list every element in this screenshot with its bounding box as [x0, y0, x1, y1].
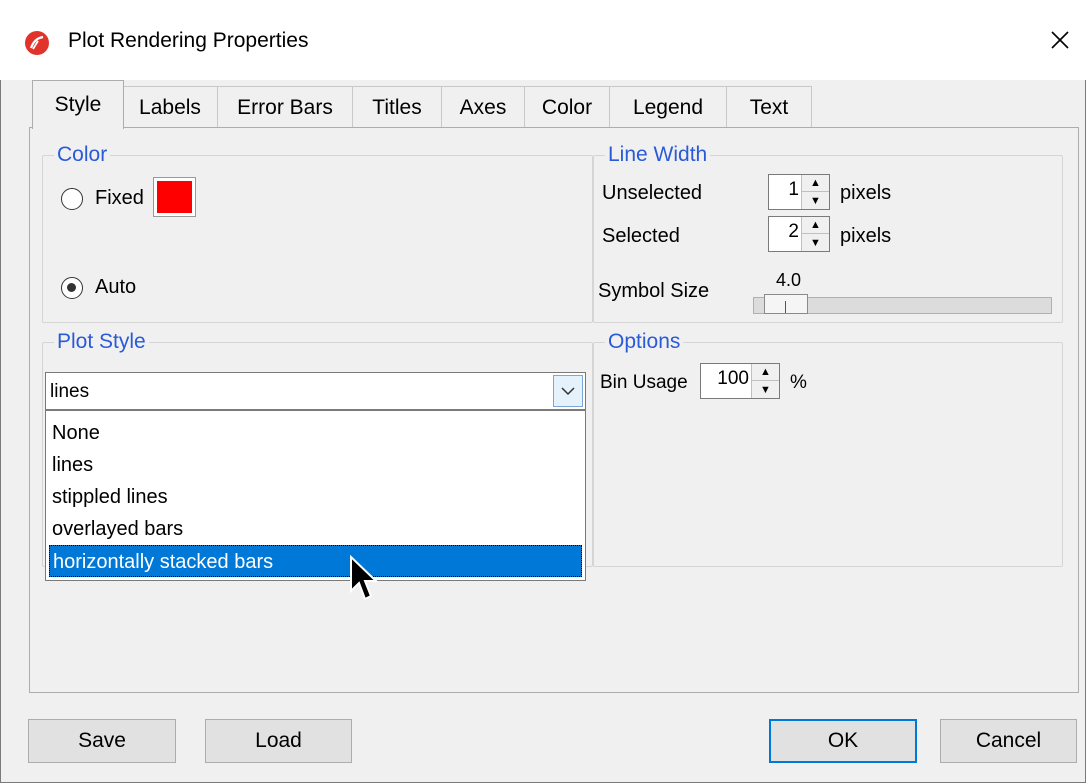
dropdown-option-lines[interactable]: lines	[49, 449, 582, 481]
tab-label: Titles	[372, 95, 422, 119]
symbol-size-value: 4.0	[776, 270, 802, 290]
bin-usage-label: Bin Usage	[600, 372, 688, 393]
tab-label: Color	[541, 95, 593, 119]
fixed-color-label: Fixed	[95, 187, 144, 209]
tab-label: Labels	[139, 95, 201, 119]
dropdown-option-stippled-lines[interactable]: stippled lines	[49, 481, 582, 513]
tab-style[interactable]: Style	[32, 80, 124, 129]
fixed-color-swatch[interactable]	[153, 177, 196, 217]
tab-error-bars[interactable]: Error Bars	[217, 86, 353, 128]
bin-usage-unit: %	[790, 372, 807, 393]
unselected-width-spinner[interactable]: 1 ▲ ▼	[768, 174, 830, 210]
slider-thumb[interactable]	[764, 294, 808, 314]
spinner-buttons: ▲ ▼	[801, 175, 829, 209]
ok-button[interactable]: OK	[769, 719, 917, 763]
plot-style-select[interactable]: lines	[45, 372, 586, 410]
spinner-up-icon[interactable]: ▲	[802, 217, 829, 234]
spinner-buttons: ▲ ▼	[801, 217, 829, 251]
spinner-up-icon[interactable]: ▲	[752, 364, 779, 381]
save-button[interactable]: Save	[28, 719, 176, 763]
swatch-fill	[157, 181, 192, 213]
tab-labels[interactable]: Labels	[122, 86, 218, 128]
options-group-legend: Options	[605, 330, 684, 354]
radio-dot	[67, 283, 76, 292]
title-bar: Plot Rendering Properties	[0, 0, 1086, 80]
color-group-legend: Color	[54, 143, 111, 167]
unselected-label: Unselected	[602, 182, 703, 204]
auto-color-label: Auto	[95, 276, 137, 298]
tab-label: Axes	[459, 95, 507, 119]
auto-color-radio[interactable]	[61, 277, 83, 299]
slider-thumb-tick	[785, 301, 786, 313]
spinner-buttons: ▲ ▼	[751, 364, 779, 398]
close-icon[interactable]	[1034, 14, 1086, 66]
tab-titles[interactable]: Titles	[352, 86, 442, 128]
plot-style-group-legend: Plot Style	[54, 330, 149, 354]
spinner-down-icon[interactable]: ▼	[752, 381, 779, 398]
bin-usage-spinner[interactable]: 100 ▲ ▼	[700, 363, 780, 399]
tab-legend[interactable]: Legend	[609, 86, 727, 128]
plot-style-dropdown-list: None lines stippled lines overlayed bars…	[45, 410, 586, 581]
tab-label: Error Bars	[237, 95, 333, 119]
chevron-down-icon[interactable]	[553, 375, 583, 407]
selected-width-spinner[interactable]: 2 ▲ ▼	[768, 216, 830, 252]
tab-label: Legend	[632, 95, 704, 119]
spinner-up-icon[interactable]: ▲	[802, 175, 829, 192]
selected-label: Selected	[602, 225, 680, 247]
spinner-down-icon[interactable]: ▼	[802, 192, 829, 209]
window-title: Plot Rendering Properties	[68, 29, 309, 52]
tab-label: Style	[54, 93, 102, 116]
load-button[interactable]: Load	[205, 719, 352, 763]
cancel-button[interactable]: Cancel	[940, 719, 1077, 763]
tab-label: Text	[749, 95, 789, 119]
dropdown-option-overlayed-bars[interactable]: overlayed bars	[49, 513, 582, 545]
dropdown-option-none[interactable]: None	[49, 417, 582, 449]
spinner-value: 1	[788, 179, 799, 200]
tab-text[interactable]: Text	[726, 86, 812, 128]
mouse-pointer-icon	[349, 554, 379, 603]
symbol-size-slider[interactable]	[753, 294, 1052, 314]
symbol-size-label: Symbol Size	[598, 280, 710, 302]
spinner-value: 2	[788, 221, 799, 242]
spinner-value: 100	[717, 368, 749, 389]
line-width-group-legend: Line Width	[605, 143, 711, 167]
app-logo-icon	[24, 30, 50, 56]
selected-unit: pixels	[840, 225, 892, 247]
unselected-unit: pixels	[840, 182, 892, 204]
plot-style-current-value: lines	[50, 381, 90, 402]
dropdown-option-horizontally-stacked-bars[interactable]: horizontally stacked bars	[49, 545, 582, 577]
fixed-color-radio[interactable]	[61, 188, 83, 210]
spinner-down-icon[interactable]: ▼	[802, 234, 829, 251]
tab-axes[interactable]: Axes	[441, 86, 525, 128]
tab-color[interactable]: Color	[524, 86, 610, 128]
